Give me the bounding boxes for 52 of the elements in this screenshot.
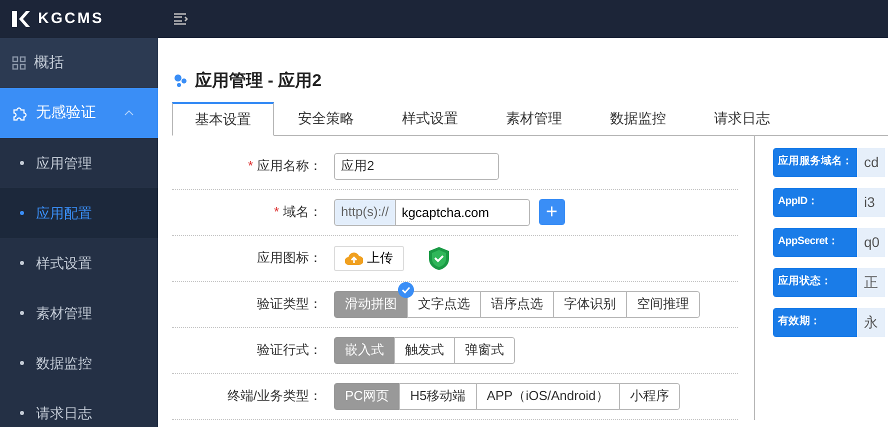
tab[interactable]: 安全策略 bbox=[274, 102, 378, 136]
cloud-upload-icon bbox=[345, 252, 363, 264]
field-label: * 域名： bbox=[272, 203, 323, 222]
domain-input[interactable]: kgcaptcha.com bbox=[396, 198, 530, 226]
info-label: 应用状态： bbox=[773, 268, 857, 296]
tab[interactable]: 样式设置 bbox=[378, 102, 482, 136]
segment-option[interactable]: 语序点选 bbox=[480, 290, 554, 318]
logo-text: KGCMS bbox=[38, 8, 104, 29]
info-value: i3 bbox=[857, 188, 885, 216]
grid-icon bbox=[12, 56, 26, 70]
upload-button[interactable]: 上传 bbox=[334, 246, 404, 270]
info-value: 永 bbox=[857, 308, 885, 336]
sidebar-subitem[interactable]: 素材管理 bbox=[0, 288, 158, 338]
sidebar-subitem[interactable]: 应用配置 bbox=[0, 188, 158, 238]
info-label: 应用服务域名： bbox=[773, 148, 857, 176]
tab[interactable]: 素材管理 bbox=[482, 102, 586, 136]
name-input[interactable]: 应用2 bbox=[334, 152, 499, 180]
info-label: AppSecret： bbox=[773, 228, 857, 256]
tab[interactable]: 数据监控 bbox=[586, 102, 690, 136]
field-label: 应用图标： bbox=[256, 249, 323, 268]
url-prefix: http(s):// bbox=[334, 198, 396, 226]
field-label: * 应用名称： bbox=[246, 157, 323, 176]
page-title: 应用管理 - 应用2 bbox=[195, 70, 322, 92]
sidebar-item[interactable]: 概括 bbox=[0, 38, 158, 88]
field-label: 终端/业务类型： bbox=[226, 387, 323, 406]
logo-icon bbox=[12, 11, 30, 27]
shield-icon bbox=[428, 246, 450, 270]
segment-option[interactable]: 小程序 bbox=[618, 382, 680, 410]
sidebar-subitem[interactable]: 请求日志 bbox=[0, 388, 158, 427]
segment-option[interactable]: H5移动端 bbox=[399, 382, 477, 410]
segment-option[interactable]: 空间推理 bbox=[626, 290, 700, 318]
menu-icon[interactable] bbox=[174, 13, 188, 25]
info-value: cd bbox=[857, 148, 885, 176]
info-label: AppID： bbox=[773, 188, 857, 216]
tab[interactable]: 基本设置 bbox=[172, 102, 274, 136]
segment-option[interactable]: 字体识别 bbox=[553, 290, 627, 318]
info-label: 有效期： bbox=[773, 308, 857, 336]
segment-option[interactable]: 触发式 bbox=[394, 336, 455, 364]
sidebar-subitem[interactable]: 样式设置 bbox=[0, 238, 158, 288]
segment-option[interactable]: 文字点选 bbox=[407, 290, 481, 318]
dots-icon bbox=[174, 74, 187, 88]
field-label: 验证行式： bbox=[256, 341, 323, 360]
tab[interactable]: 请求日志 bbox=[690, 102, 794, 136]
chevron-icon bbox=[124, 110, 134, 116]
field-label: 验证类型： bbox=[256, 295, 323, 314]
info-value: q0 bbox=[857, 228, 885, 256]
segment-option[interactable]: APP（iOS/Android） bbox=[476, 382, 620, 410]
sidebar-subitem[interactable]: 应用管理 bbox=[0, 138, 158, 188]
puzzle-icon bbox=[12, 105, 28, 121]
info-value: 正 bbox=[857, 268, 885, 296]
segment-option[interactable]: 弹窗式 bbox=[454, 336, 515, 364]
sidebar-subitem[interactable]: 数据监控 bbox=[0, 338, 158, 388]
